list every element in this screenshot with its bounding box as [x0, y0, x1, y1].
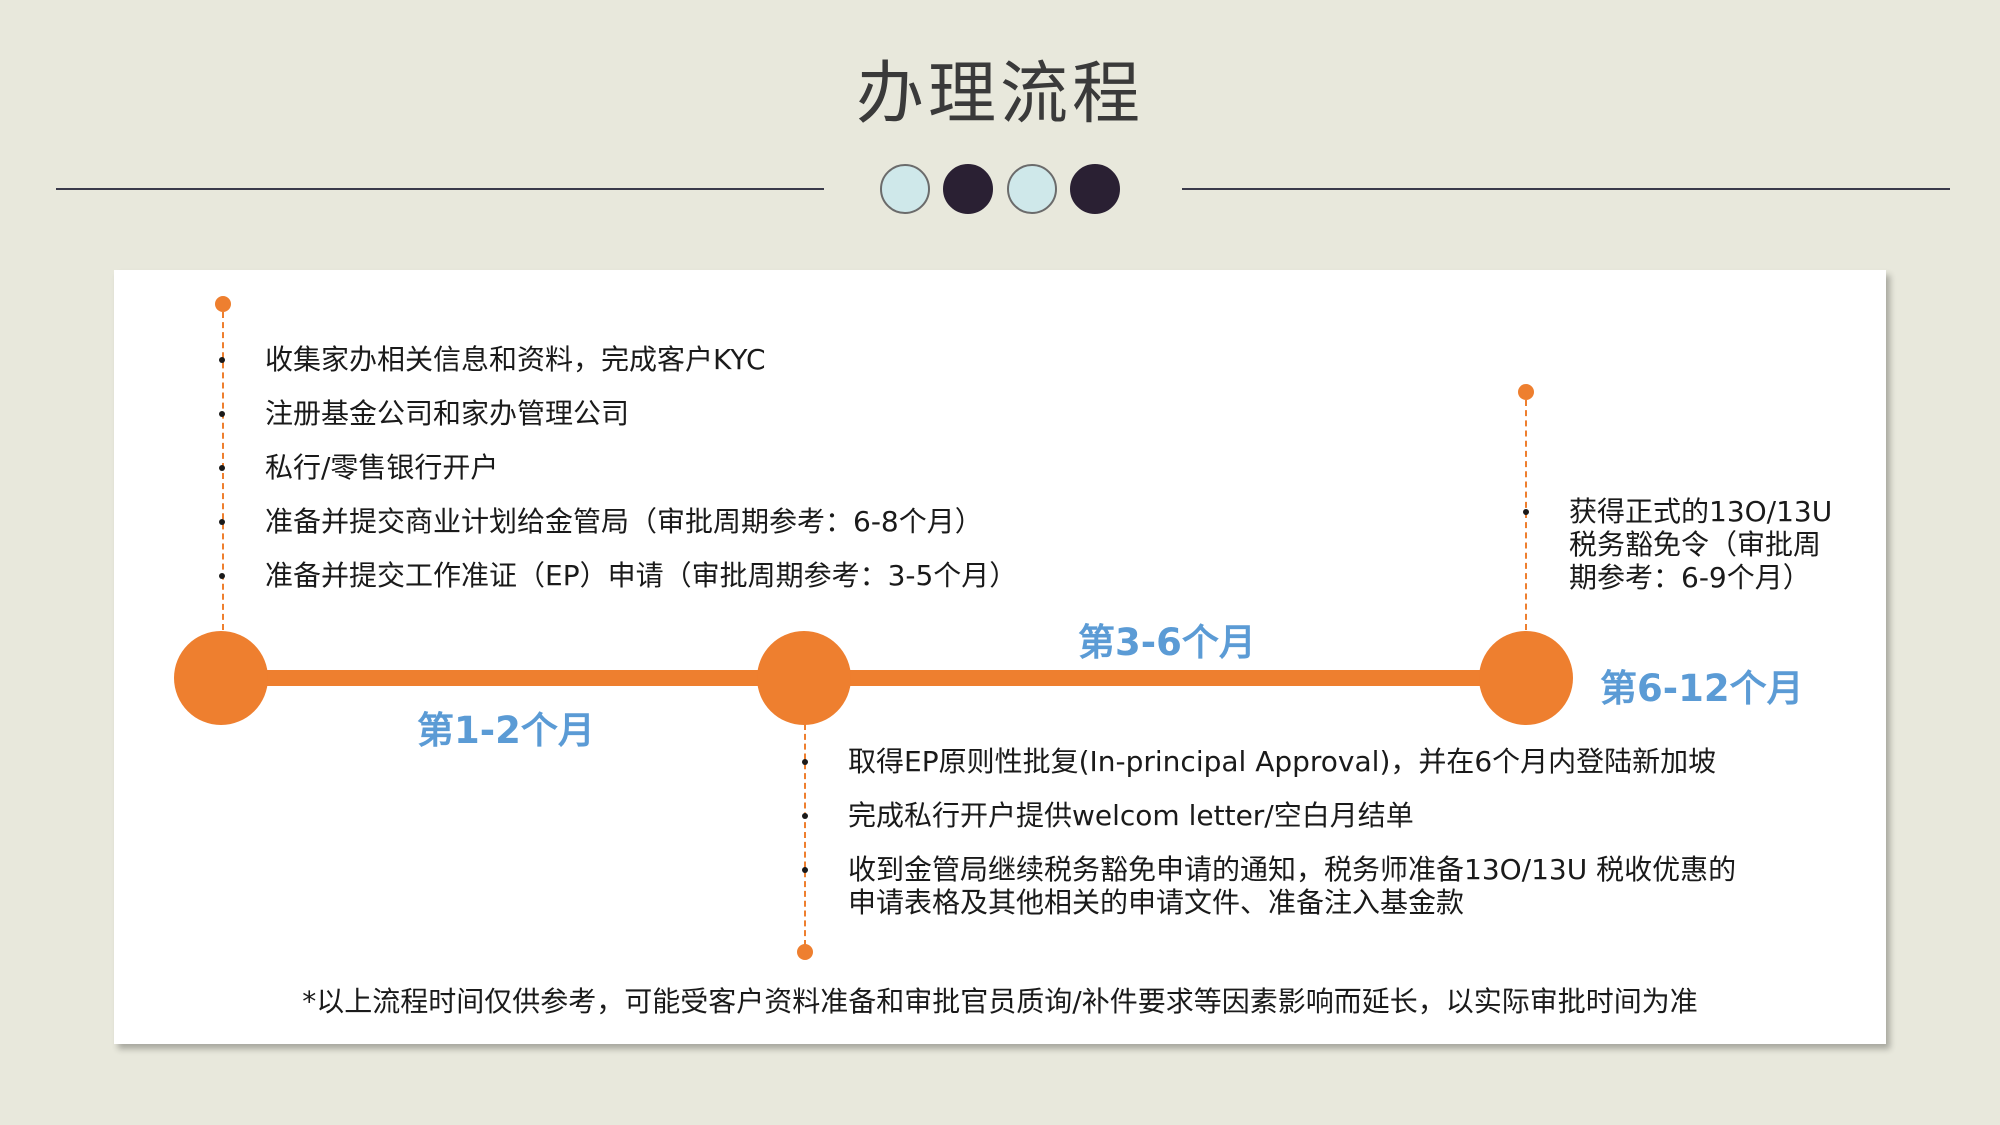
divider-left: [56, 188, 824, 190]
divider-right: [1182, 188, 1950, 190]
connector-dot-phase3: [1518, 384, 1534, 400]
list-item: 完成私行开户提供welcom letter/空白月结单: [802, 799, 1752, 832]
page-title: 办理流程: [855, 55, 1144, 134]
decor-dot-4: [1070, 164, 1120, 214]
connector-dot-phase2: [797, 944, 813, 960]
decor-dot-1: [880, 164, 930, 214]
phase3-item-list: 获得正式的13O/13U 税务豁免令（审批周 期参考：6-9个月）: [1523, 495, 1863, 594]
phase-label-2: 第3-6个月: [1078, 621, 1256, 664]
footnote: *以上流程时间仅供参考，可能受客户资料准备和审批官员质询/补件要求等因素影响而延…: [302, 985, 1698, 1018]
phase-label-1: 第1-2个月: [417, 709, 595, 752]
timeline-node-1: [174, 631, 268, 725]
phase1-item-list: 收集家办相关信息和资料，完成客户KYC 注册基金公司和家办管理公司 私行/零售银…: [219, 343, 1039, 613]
list-item: 收集家办相关信息和资料，完成客户KYC: [219, 343, 1039, 376]
list-item: 收到金管局继续税务豁免申请的通知，税务师准备13O/13U 税收优惠的 申请表格…: [802, 853, 1752, 919]
list-item: 准备并提交工作准证（EP）申请（审批周期参考：3-5个月）: [219, 559, 1039, 592]
phase-label-3: 第6-12个月: [1600, 667, 1804, 710]
list-item: 获得正式的13O/13U 税务豁免令（审批周 期参考：6-9个月）: [1523, 495, 1863, 594]
list-item: 私行/零售银行开户: [219, 451, 1039, 484]
decor-dot-3: [1007, 164, 1057, 214]
timeline-bar: [220, 670, 1526, 686]
timeline-node-2: [757, 631, 851, 725]
decor-dot-2: [943, 164, 993, 214]
connector-dot-phase1: [215, 296, 231, 312]
phase2-item-list: 取得EP原则性批复(In-principal Approval)，并在6个月内登…: [802, 745, 1752, 940]
list-item: 准备并提交商业计划给金管局（审批周期参考：6-8个月）: [219, 505, 1039, 538]
list-item: 取得EP原则性批复(In-principal Approval)，并在6个月内登…: [802, 745, 1752, 778]
timeline-node-3: [1479, 631, 1573, 725]
list-item: 注册基金公司和家办管理公司: [219, 397, 1039, 430]
